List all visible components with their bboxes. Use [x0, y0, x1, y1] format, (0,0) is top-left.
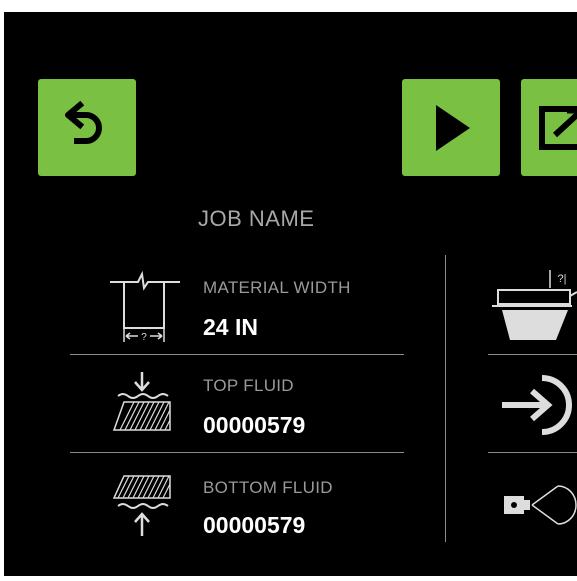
login-arrow-icon[interactable]	[498, 372, 577, 438]
return-arrow-icon	[65, 100, 102, 144]
play-button[interactable]	[402, 79, 500, 176]
material-width-label: MATERIAL WIDTH	[203, 278, 351, 297]
right-divider-1	[488, 354, 577, 355]
bottom-fluid-value: 00000579	[203, 512, 306, 538]
right-divider-2	[488, 452, 577, 453]
material-width-icon: ?	[110, 270, 180, 342]
bottom-fluid-label: BOTTOM FLUID	[203, 478, 333, 497]
top-fluid-icon	[112, 372, 171, 431]
cutter-head-icon[interactable]: ?|	[492, 266, 577, 342]
material-width-question-mark: ?	[141, 332, 147, 342]
export-button[interactable]	[521, 79, 577, 176]
job-name-label: JOB NAME	[198, 206, 315, 231]
row-divider-2	[70, 452, 404, 453]
bottom-fluid-icon	[112, 475, 171, 536]
row-divider-1	[70, 354, 404, 355]
column-divider	[445, 255, 446, 542]
top-fluid-label: TOP FLUID	[203, 376, 294, 395]
play-icon	[436, 104, 470, 151]
export-icon	[539, 105, 577, 150]
camera-projector-icon[interactable]	[502, 478, 577, 534]
cutter-badge-text: ?|	[558, 273, 567, 285]
app-screen: JOB NAME ? MATERIAL WIDTH 24 IN TOP FLUI…	[4, 12, 577, 576]
back-button[interactable]	[38, 79, 136, 176]
top-fluid-value: 00000579	[203, 412, 306, 438]
material-width-value: 24 IN	[203, 314, 258, 340]
